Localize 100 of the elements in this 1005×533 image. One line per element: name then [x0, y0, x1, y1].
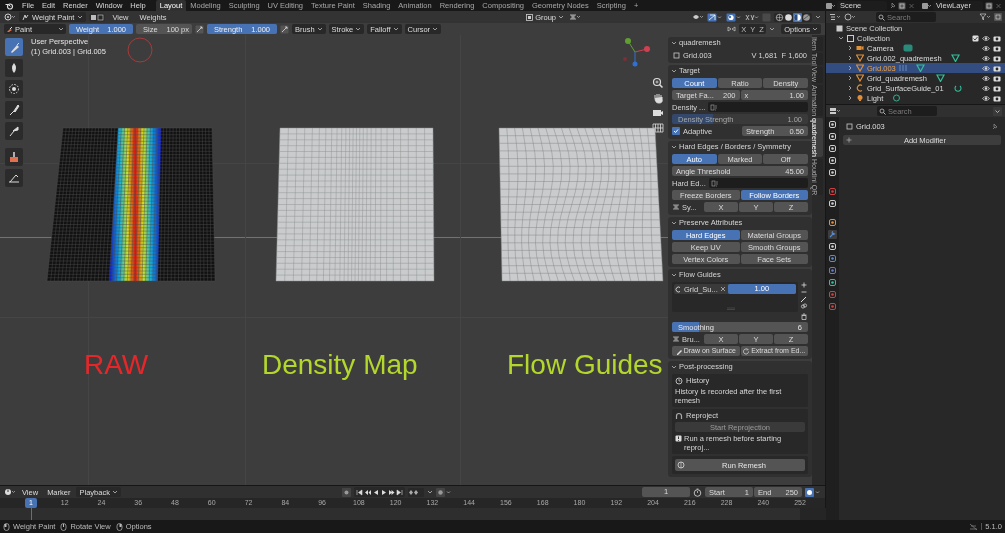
scene-icon[interactable] [828, 168, 837, 177]
pressure-icon[interactable] [195, 24, 204, 34]
material-icon[interactable] [828, 290, 837, 299]
eye-icon[interactable] [982, 54, 990, 62]
render-camera-icon[interactable] [993, 54, 1001, 62]
density-map-field[interactable] [708, 102, 808, 112]
world-icon[interactable] [828, 187, 837, 196]
jump-end-icon[interactable] [395, 488, 403, 496]
physics-icon[interactable] [828, 254, 837, 263]
properties-icon[interactable] [829, 107, 841, 115]
layers-icon[interactable] [921, 1, 931, 10]
solid-shading-icon[interactable] [784, 12, 793, 22]
render-icon[interactable] [828, 132, 837, 141]
scene-icon[interactable] [825, 1, 835, 10]
curve-data-icon [952, 84, 963, 92]
play-reverse-icon[interactable] [371, 488, 379, 496]
chevron-icon[interactable] [671, 67, 677, 74]
camera-icon[interactable] [652, 107, 664, 119]
chevron-icon[interactable] [671, 39, 677, 46]
render-camera-icon[interactable] [993, 74, 1001, 82]
wrench-icon[interactable] [828, 230, 837, 239]
pressure-icon[interactable] [280, 24, 289, 34]
clock-icon[interactable] [805, 487, 821, 497]
axis-gizmo-drawing[interactable] [620, 37, 650, 67]
dropdown-icon[interactable] [993, 106, 1002, 116]
output-icon[interactable] [828, 144, 837, 153]
record-icon[interactable] [341, 487, 351, 497]
visibility-icon[interactable] [692, 13, 704, 21]
chevron-icon[interactable] [426, 489, 433, 495]
copy-icon[interactable] [985, 1, 993, 10]
eye-icon[interactable] [982, 94, 990, 102]
stopwatch-icon[interactable] [693, 487, 702, 497]
render-camera-icon[interactable] [993, 94, 1001, 102]
mesh-data-icon [915, 64, 926, 72]
chevron-icon[interactable] [769, 26, 776, 32]
chevron-icon[interactable] [316, 26, 323, 32]
chevron-icon[interactable] [558, 14, 564, 20]
checkbox-icon[interactable] [972, 34, 979, 42]
keying-icon[interactable] [407, 487, 424, 497]
chevron-icon[interactable] [671, 363, 677, 370]
texture-icon[interactable] [828, 302, 837, 311]
eye-icon[interactable] [982, 64, 990, 72]
object-icon[interactable] [828, 218, 837, 227]
xray-icon[interactable] [745, 12, 759, 22]
chevron-icon[interactable] [671, 143, 677, 150]
display-mode-icon[interactable] [844, 13, 856, 21]
mirror-icon[interactable] [727, 24, 737, 34]
chevron-icon[interactable] [392, 26, 399, 32]
data-icon[interactable] [828, 278, 837, 287]
view-layer-icon[interactable] [828, 156, 837, 165]
chevron-icon[interactable] [77, 14, 84, 20]
chevron-icon[interactable] [111, 489, 118, 495]
toggle-icon[interactable] [89, 12, 106, 22]
plus-icon[interactable] [800, 282, 808, 288]
new-collection-icon[interactable] [994, 13, 1002, 21]
symmetry-icon[interactable] [569, 13, 581, 21]
rendered-shading-icon[interactable] [802, 12, 811, 22]
wireframe-shading-icon[interactable] [775, 12, 784, 22]
editor-type-icon[interactable] [4, 488, 16, 496]
chevron-icon[interactable] [58, 26, 64, 32]
close-icon[interactable] [719, 286, 726, 292]
camera-icon [856, 44, 864, 52]
eye-icon[interactable] [982, 74, 990, 82]
render-camera-icon[interactable] [993, 84, 1001, 92]
constraints-icon[interactable] [828, 266, 837, 275]
pin-icon[interactable] [991, 122, 998, 131]
editor-type-icon[interactable] [4, 13, 16, 21]
hard-edges-field[interactable] [708, 178, 808, 188]
particles-icon[interactable] [828, 242, 837, 251]
picker-icon [710, 179, 719, 187]
blender-logo-icon[interactable] [5, 1, 14, 10]
tool-icon[interactable] [828, 120, 837, 129]
link-icon[interactable] [800, 303, 808, 309]
gizmo-icon[interactable] [707, 12, 723, 22]
overlay-icon[interactable] [726, 12, 742, 22]
collection-icon[interactable] [828, 199, 837, 208]
eye-icon[interactable] [982, 44, 990, 52]
auto-key-icon[interactable] [435, 487, 452, 497]
chevron-icon[interactable] [671, 219, 677, 226]
copy-icon[interactable] [898, 1, 906, 10]
checkbox[interactable] [672, 127, 680, 135]
material-shading-icon[interactable] [793, 12, 802, 22]
render-camera-icon[interactable] [993, 64, 1001, 72]
keyframe-prev-icon[interactable] [363, 488, 371, 496]
chevron-icon[interactable] [432, 26, 439, 32]
hand-icon[interactable] [652, 92, 664, 104]
filter-icon[interactable] [979, 13, 991, 21]
jump-start-icon[interactable] [355, 488, 363, 496]
chevron-icon[interactable] [355, 26, 362, 32]
render-camera-icon[interactable] [993, 44, 1001, 52]
list-icon[interactable] [829, 13, 841, 21]
eye-icon[interactable] [982, 34, 990, 42]
grid-icon[interactable] [652, 122, 664, 134]
render-camera-icon[interactable] [993, 34, 1001, 42]
pin-icon[interactable] [889, 1, 896, 10]
chevron-icon[interactable] [671, 271, 677, 278]
eyedropper-icon[interactable] [800, 296, 808, 302]
zoom-icon[interactable] [652, 77, 664, 89]
trash-icon[interactable] [800, 313, 808, 320]
eye-icon[interactable] [982, 84, 990, 92]
